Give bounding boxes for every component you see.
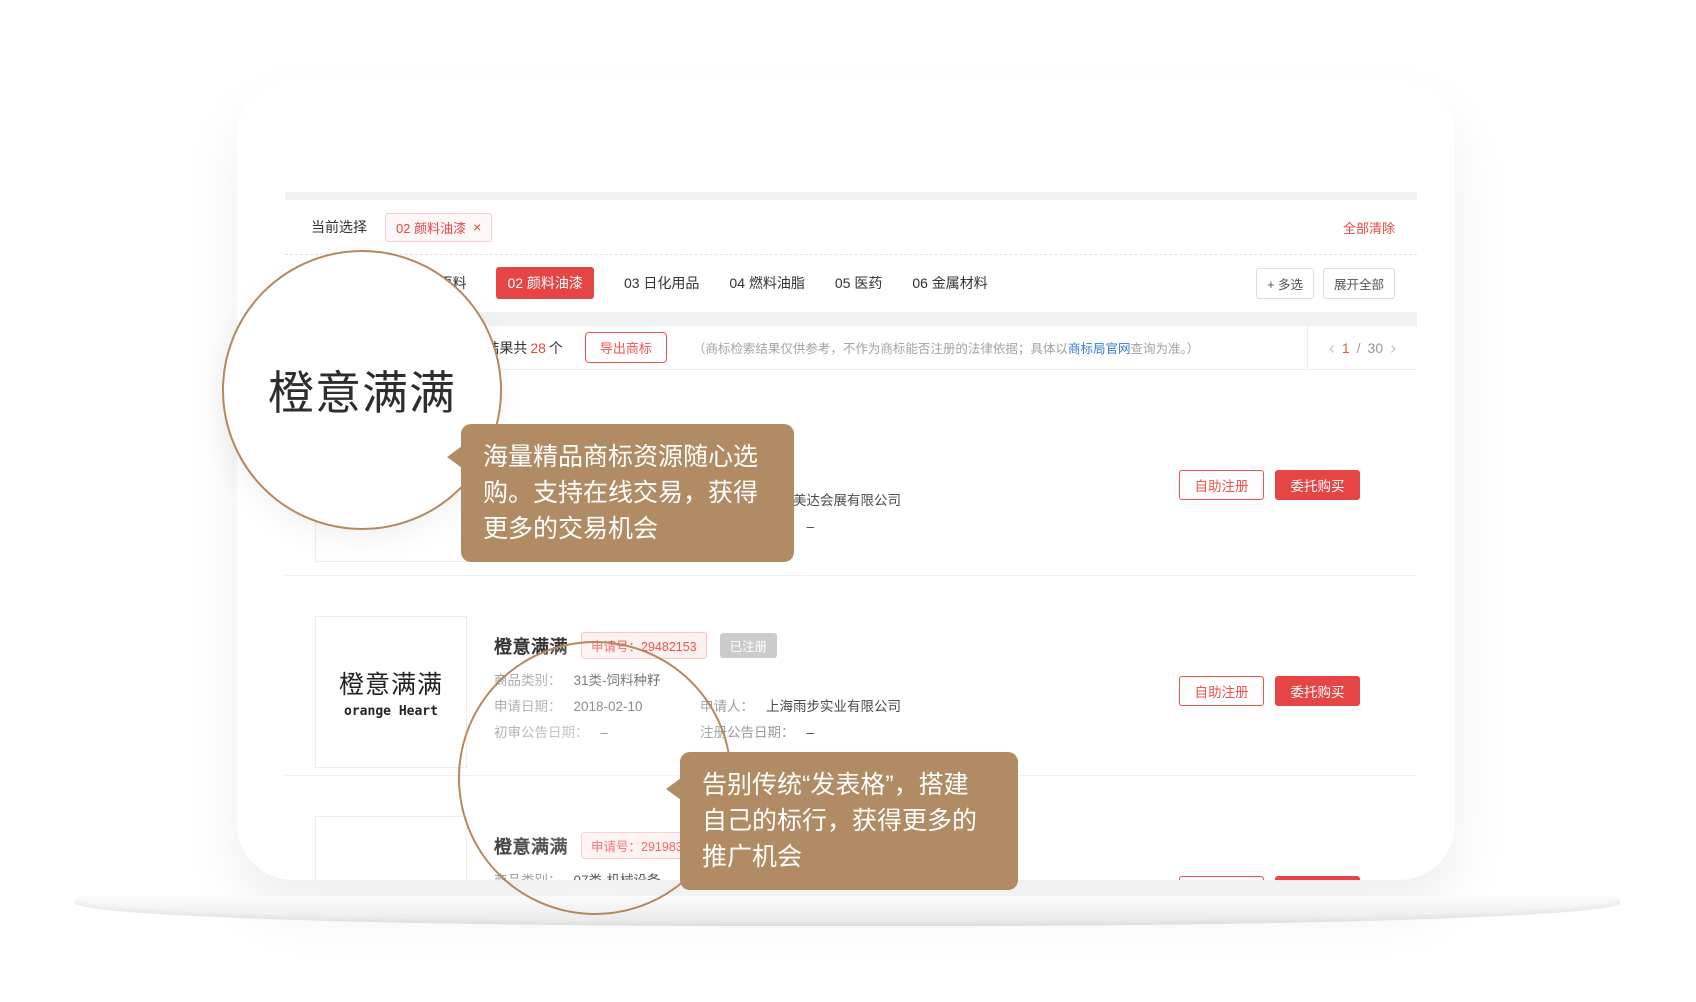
results-summary-unit: 个 [549,340,563,356]
results-disclaimer: （商标检索结果仅供参考，不作为商标能否注册的法律依据；具体以商标局官网查询为准。… [693,338,1199,357]
current-page: 1 [1342,340,1350,356]
export-trademarks-button[interactable]: 导出商标 [585,332,667,363]
disclaimer-prefix: （商标检索结果仅供参考，不作为商标能否注册的法律依据；具体以 [693,342,1068,356]
row-actions: 自助注册 委托购买 [1179,470,1360,500]
results-count: 28 [527,340,549,356]
trademark-image-text: 橙意满满 [339,665,443,701]
tooltip-line: 推广机会 [702,839,996,875]
page: 当前选择 02 颜料油漆 × 全部清除 商标分类 01 化学原料 02 颜料油漆… [0,0,1696,1002]
table-row: 橙意满满 orange Heart 橙意满满 申请号：29482153 已注册 … [285,575,1417,775]
magnifier-lens-top: 橙意满满 [222,250,502,530]
disclaimer-suffix: 查询为准。） [1130,342,1199,356]
expand-all-button[interactable]: 展开全部 [1323,268,1395,299]
magnified-trademark-text: 橙意满满 [268,357,456,423]
row-actions: 自助注册 委托购买 [1179,876,1360,880]
trademark-image-text: 橙意满满 [347,877,435,880]
page-separator: / [1357,340,1361,356]
category-item-04[interactable]: 04 燃料油脂 [729,273,804,293]
category-item-06[interactable]: 06 金属材料 [912,273,987,293]
row-actions: 自助注册 委托购买 [1179,676,1360,706]
trademark-image: 橙意满满 [315,816,467,880]
self-register-button[interactable]: 自助注册 [1179,876,1264,880]
multi-select-button[interactable]: + 多选 [1256,268,1314,299]
category-item-03[interactable]: 03 日化用品 [624,273,699,293]
registration-publication-value: – [807,723,815,743]
tooltip-line: 更多的交易机会 [483,511,772,547]
tooltip-line: 自己的标行，获得更多的 [702,803,996,839]
next-page-icon[interactable]: › [1390,339,1396,357]
self-register-button[interactable]: 自助注册 [1179,676,1264,706]
trademark-office-link[interactable]: 商标局官网 [1068,342,1131,356]
tooltip-line: 购。支持在线交易，获得 [483,475,772,511]
status-badge: 已注册 [720,633,778,658]
trademark-image: 橙意满满 orange Heart [315,616,467,768]
registration-publication-value: – [807,517,815,537]
category-list: 01 化学原料 02 颜料油漆 03 日化用品 04 燃料油脂 05 医药 06… [391,267,988,299]
current-selection-row: 当前选择 02 颜料油漆 × 全部清除 [285,200,1417,255]
category-item-02-active[interactable]: 02 颜料油漆 [496,267,593,299]
entrust-buy-button[interactable]: 委托购买 [1275,470,1360,500]
current-selection-label: 当前选择 [311,217,367,237]
pagination: ‹ 1 / 30 › [1307,326,1417,369]
applicant-value: 上海雨步实业有限公司 [766,697,901,717]
selected-filter-tag[interactable]: 02 颜料油漆 × [385,213,492,242]
entrust-buy-button[interactable]: 委托购买 [1275,676,1360,706]
category-item-05[interactable]: 05 医药 [835,273,882,293]
trademark-image-subtext: orange Heart [344,704,438,719]
callout-tooltip-marketplace: 海量精品商标资源随心选 购。支持在线交易，获得 更多的交易机会 [461,424,794,562]
total-pages: 30 [1368,340,1384,356]
category-tools: + 多选 展开全部 [1256,268,1395,299]
tooltip-line: 海量精品商标资源随心选 [483,439,772,475]
laptop-base [75,896,1620,926]
callout-tooltip-promotion: 告别传统“发表格”，搭建 自己的标行，获得更多的 推广机会 [680,752,1018,890]
tooltip-line: 告别传统“发表格”，搭建 [702,767,996,803]
prev-page-icon[interactable]: ‹ [1329,339,1335,357]
clear-all-link[interactable]: 全部清除 [1343,218,1395,237]
selected-filter-tag-label: 02 颜料油漆 [396,218,466,237]
entrust-buy-button[interactable]: 委托购买 [1275,876,1360,880]
self-register-button[interactable]: 自助注册 [1179,470,1264,500]
remove-tag-icon[interactable]: × [473,220,481,234]
